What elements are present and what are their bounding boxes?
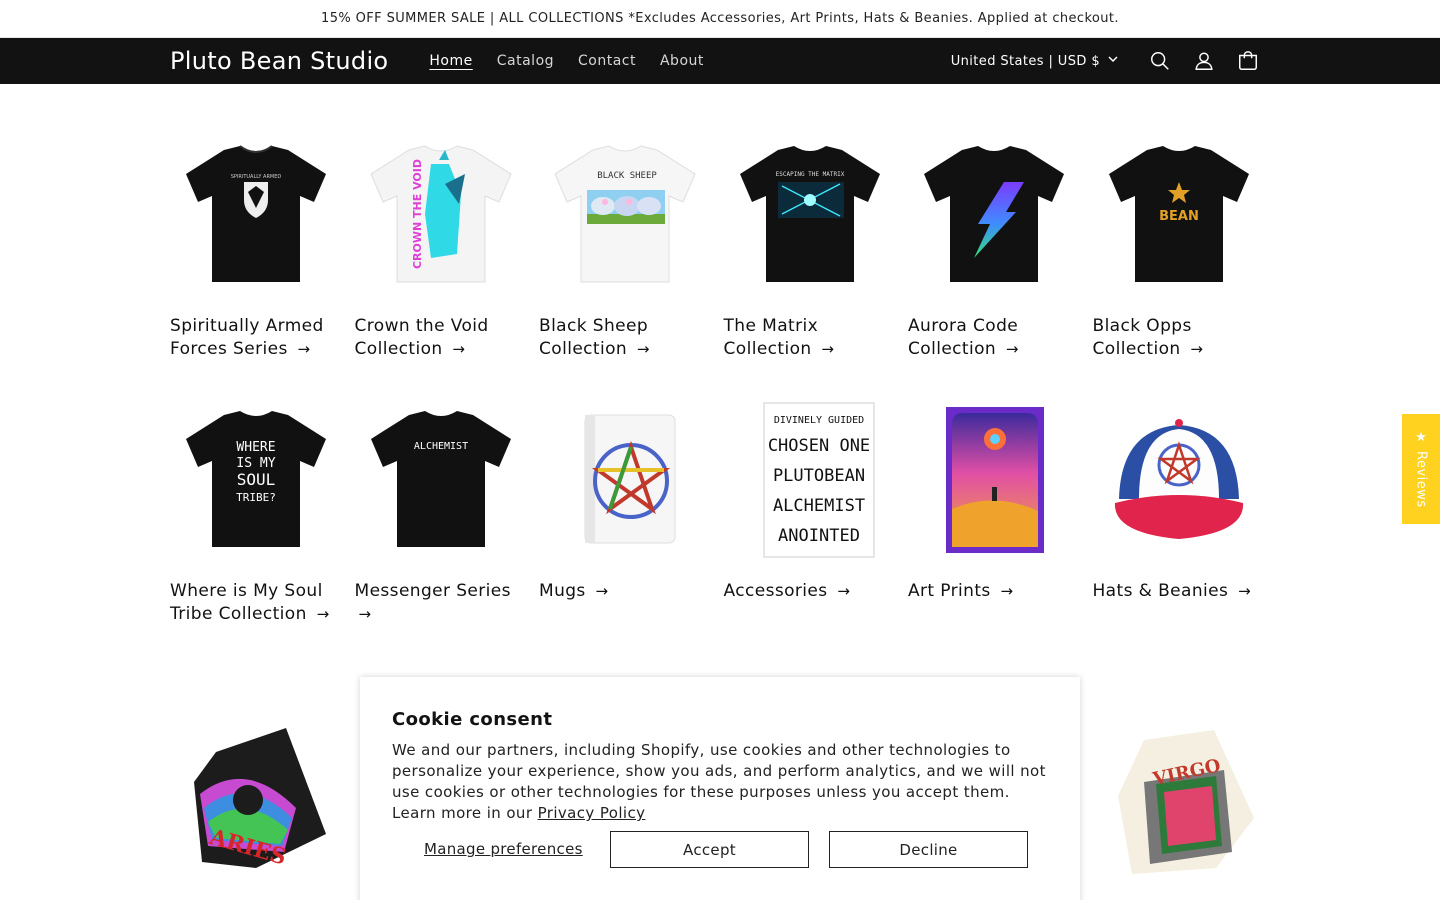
collection-image: CROWN THE VOID [355, 128, 528, 301]
announcement-bar: 15% OFF SUMMER SALE | ALL COLLECTIONS *E… [0, 0, 1440, 38]
collection-title[interactable]: Mugs → [539, 580, 712, 603]
arrow-right-icon: → [1000, 581, 1014, 600]
product-image-aries[interactable]: ARIES [170, 716, 343, 889]
collection-title[interactable]: Accessories → [724, 580, 897, 603]
arrow-right-icon: → [837, 581, 851, 600]
shirt-print-label: SOUL [237, 470, 276, 489]
collection-image [539, 393, 712, 566]
shirt-print-label: ALCHEMIST [773, 496, 865, 516]
collection-image: WHERE IS MY SOUL TRIBE? [170, 393, 343, 566]
arrow-right-icon: → [595, 581, 609, 600]
star-icon: ★ [1415, 430, 1427, 446]
collection-image [908, 393, 1081, 566]
cart-icon[interactable] [1226, 39, 1270, 83]
collection-image: ESCAPING THE MATRIX [724, 128, 897, 301]
header-actions: United States | USD $ [951, 39, 1270, 83]
chevron-down-icon [1108, 55, 1118, 66]
collection-card[interactable]: CROWN THE VOID Crown the Void Collection… [355, 128, 528, 393]
collection-card[interactable]: SPIRITUALLY ARMED Spiritually Armed Forc… [170, 128, 343, 393]
arrow-right-icon: → [1238, 581, 1252, 600]
arrow-right-icon: → [452, 339, 466, 358]
collection-image: BEAN [1093, 128, 1266, 301]
account-icon[interactable] [1182, 39, 1226, 83]
collection-title[interactable]: Messenger Series → [355, 580, 528, 626]
nav-contact[interactable]: Contact [566, 53, 648, 69]
collection-title[interactable]: Spiritually Armed Forces Series → [170, 315, 343, 361]
announcement-text: 15% OFF SUMMER SALE | ALL COLLECTIONS *E… [321, 11, 1119, 26]
shirt-print-label: BLACK SHEEP [597, 171, 657, 181]
site-header: Pluto Bean Studio Home Catalog Contact A… [0, 38, 1440, 84]
arrow-right-icon: → [821, 339, 835, 358]
cookie-title: Cookie consent [392, 709, 553, 730]
shirt-print-label: PLUTOBEAN [773, 466, 865, 486]
shirt-print-label: DIVINELY GUIDED [774, 415, 864, 426]
collection-card[interactable]: Mugs → [539, 393, 712, 658]
shirt-print-label: ALCHEMIST [414, 441, 468, 452]
arrow-right-icon: → [636, 339, 650, 358]
arrow-right-icon: → [1005, 339, 1019, 358]
arrow-right-icon: → [316, 604, 330, 623]
nav-home[interactable]: Home [417, 53, 484, 69]
arrow-right-icon: → [358, 604, 372, 623]
privacy-policy-link[interactable]: Privacy Policy [538, 804, 646, 822]
collection-image: BLACK SHEEP [539, 128, 712, 301]
shirt-print-label: IS MY [237, 456, 276, 471]
collection-card[interactable]: DIVINELY GUIDED CHOSEN ONE PLUTOBEAN ALC… [724, 393, 897, 658]
collection-title[interactable]: Aurora Code Collection → [908, 315, 1081, 361]
shirt-print-label: WHERE [237, 440, 276, 455]
product-image-virgo[interactable]: VIRGO [1098, 716, 1271, 889]
shirt-print-label: SPIRITUALLY ARMED [231, 174, 282, 180]
store-logo[interactable]: Pluto Bean Studio [170, 47, 388, 75]
collection-card[interactable]: Aurora Code Collection → [908, 128, 1081, 393]
manage-preferences-link[interactable]: Manage preferences [424, 840, 583, 858]
collection-title[interactable]: Art Prints → [908, 580, 1081, 603]
nav-catalog[interactable]: Catalog [485, 53, 566, 69]
arrow-right-icon: → [297, 339, 311, 358]
shirt-print-label: CHOSEN ONE [768, 436, 870, 456]
collection-card[interactable]: WHERE IS MY SOUL TRIBE? Where is My Soul… [170, 393, 343, 658]
shirt-print-label: CROWN THE VOID [411, 159, 424, 269]
collection-title[interactable]: Hats & Beanies → [1093, 580, 1266, 603]
country-selector[interactable]: United States | USD $ [951, 54, 1118, 69]
reviews-tab[interactable]: ★ Reviews [1402, 414, 1440, 524]
collection-card[interactable]: ALCHEMIST Messenger Series → [355, 393, 528, 658]
decline-button[interactable]: Decline [829, 831, 1028, 868]
collection-grid: SPIRITUALLY ARMED Spiritually Armed Forc… [170, 128, 1270, 658]
collection-title[interactable]: The Matrix Collection → [724, 315, 897, 361]
collection-card[interactable]: BEAN Black Opps Collection → [1093, 128, 1266, 393]
collection-title[interactable]: Where is My Soul Tribe Collection → [170, 580, 343, 626]
accept-button[interactable]: Accept [610, 831, 809, 868]
main-nav: Home Catalog Contact About [417, 53, 715, 69]
collection-card[interactable]: Art Prints → [908, 393, 1081, 658]
reviews-tab-label: Reviews [1413, 451, 1429, 508]
collection-image: SPIRITUALLY ARMED [170, 128, 343, 301]
collection-title[interactable]: Crown the Void Collection → [355, 315, 528, 361]
cookie-consent-dialog: Cookie consent We and our partners, incl… [360, 677, 1080, 900]
shirt-print-label: BEAN [1159, 209, 1199, 224]
collection-title[interactable]: Black Sheep Collection → [539, 315, 712, 361]
collection-title[interactable]: Black Opps Collection → [1093, 315, 1266, 361]
nav-about[interactable]: About [648, 53, 716, 69]
country-label: United States | USD $ [950, 53, 1100, 69]
arrow-right-icon: → [1190, 339, 1204, 358]
shirt-print-label: TRIBE? [236, 491, 276, 504]
collection-card[interactable]: BLACK SHEEP Black Sheep Collection → [539, 128, 712, 393]
collection-card[interactable]: Hats & Beanies → [1093, 393, 1266, 658]
collection-image: ALCHEMIST [355, 393, 528, 566]
collection-image: DIVINELY GUIDED CHOSEN ONE PLUTOBEAN ALC… [724, 393, 897, 566]
collection-image [1093, 393, 1266, 566]
shirt-print-label: ANOINTED [778, 526, 860, 546]
search-icon[interactable] [1138, 39, 1182, 83]
shirt-print-label: ESCAPING THE MATRIX [775, 171, 844, 178]
cookie-actions: Manage preferences Accept Decline [392, 831, 1028, 868]
collection-image [908, 128, 1081, 301]
cookie-body: We and our partners, including Shopify, … [392, 741, 1046, 822]
collection-card[interactable]: ESCAPING THE MATRIX The Matrix Collectio… [724, 128, 897, 393]
